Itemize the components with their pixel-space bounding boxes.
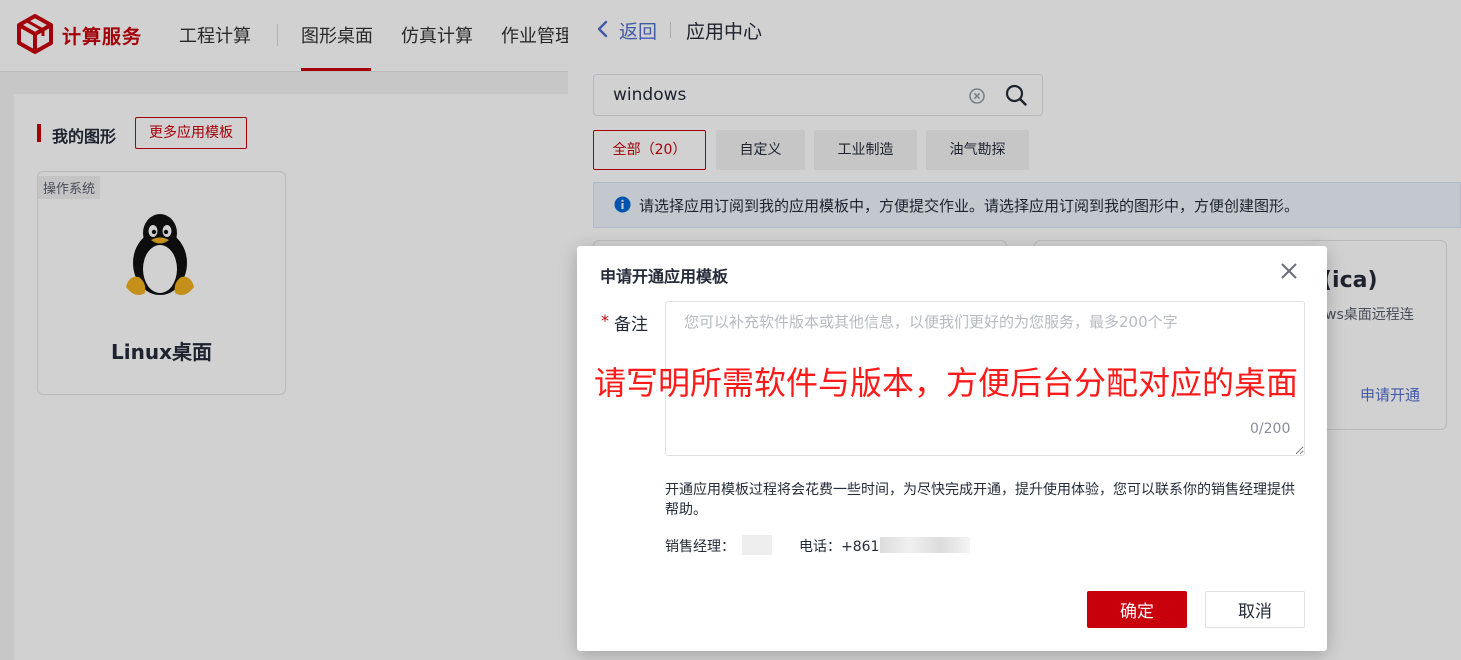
phone-label: 电话：+861 <box>799 539 880 555</box>
cancel-button[interactable]: 取消 <box>1205 591 1305 628</box>
required-mark: * <box>601 311 609 330</box>
remark-label: 备注 <box>614 315 648 335</box>
sales-manager-label: 销售经理： <box>665 539 735 555</box>
confirm-button[interactable]: 确定 <box>1087 591 1187 628</box>
activation-notice: 开通应用模板过程将会花费一些时间，为尽快完成开通，提升使用体验，您可以联系你的销… <box>665 482 1295 518</box>
dialog-title: 申请开通应用模板 <box>600 267 729 286</box>
annotation-overlay-text: 请写明所需软件与版本，方便后台分配对应的桌面 <box>594 364 1299 402</box>
close-icon[interactable] <box>1279 261 1299 281</box>
redacted-manager-name <box>742 535 772 555</box>
redacted-phone-number <box>880 537 970 553</box>
char-counter: 0/200 <box>1250 421 1291 437</box>
